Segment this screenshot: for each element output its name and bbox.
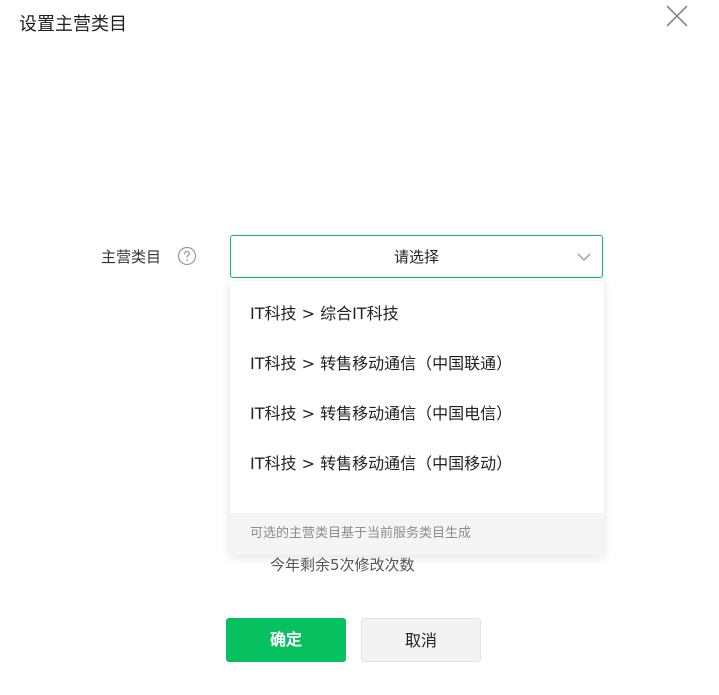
remaining-changes-text: 今年剩余5次修改次数 [270, 556, 415, 574]
dropdown-hint: 可选的主营类目基于当前服务类目生成 [230, 513, 604, 555]
dropdown-option[interactable]: IT科技 > 转售移动通信（中国移动） [230, 439, 604, 489]
select-value: 请选择 [393, 248, 439, 266]
dialog-title: 设置主营类目 [19, 14, 127, 35]
confirm-button[interactable]: 确定 [226, 618, 346, 662]
close-icon [664, 3, 690, 29]
dropdown-option[interactable]: IT科技 > 综合IT科技 [230, 289, 604, 339]
category-dropdown: IT科技 > 综合IT科技 IT科技 > 转售移动通信（中国联通） IT科技 >… [230, 281, 604, 555]
question-circle-icon[interactable] [177, 246, 197, 266]
close-button[interactable] [664, 3, 690, 29]
main-category-label: 主营类目 [101, 248, 162, 266]
main-category-select[interactable]: 请选择 [230, 235, 603, 278]
chevron-down-icon [576, 250, 592, 264]
dropdown-option[interactable]: IT科技 > 转售移动通信（中国联通） [230, 339, 604, 389]
cancel-button[interactable]: 取消 [361, 618, 481, 662]
set-main-category-dialog: 设置主营类目 主营类目 请选择 IT科技 > 综合IT科技 IT科技 > 转售移… [0, 0, 719, 695]
dropdown-option[interactable]: IT科技 > 转售移动通信（中国电信） [230, 389, 604, 439]
dropdown-option-list: IT科技 > 综合IT科技 IT科技 > 转售移动通信（中国联通） IT科技 >… [230, 281, 604, 489]
